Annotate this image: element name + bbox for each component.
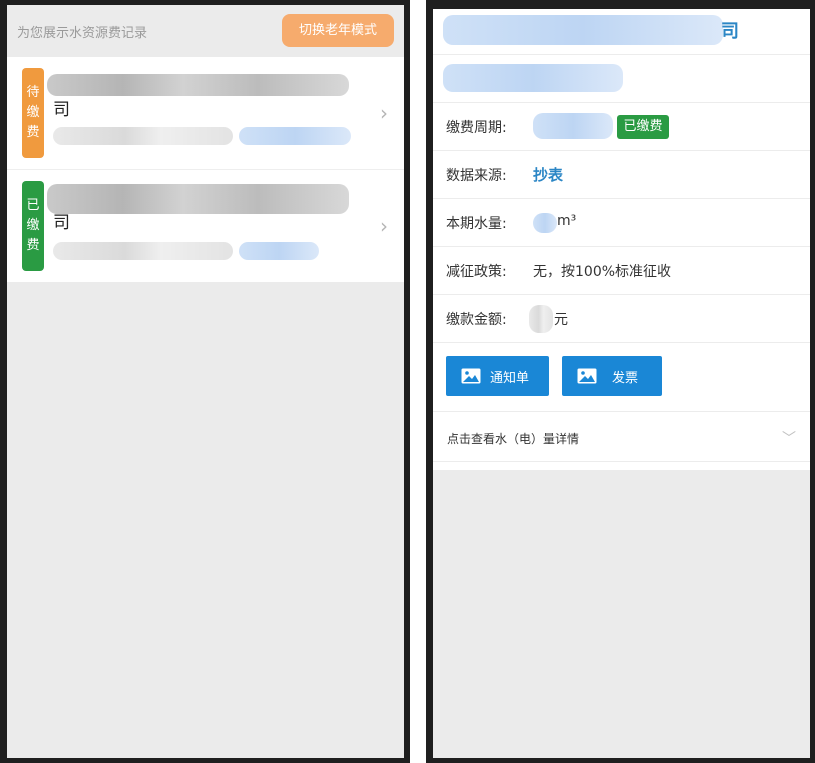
blurred-company-name xyxy=(47,184,349,214)
water-volume-row: 本期水量: m³ xyxy=(433,199,810,247)
right-screenshot-frame: 司 缴费周期: 已缴费 数据来源: 抄表 本期水量: m³ 减征政策: 无，按1… xyxy=(426,0,815,763)
paid-status-badge: 已缴费 xyxy=(617,115,669,139)
blurred-volume-value xyxy=(533,213,557,233)
data-source-value: 抄表 xyxy=(533,166,564,184)
reduction-policy-value: 无，按100%标准征收 xyxy=(533,264,672,280)
reduction-policy-row: 减征政策: 无，按100%标准征收 xyxy=(433,247,810,295)
chevron-right-icon: › xyxy=(380,214,388,238)
company-name-tail: 司 xyxy=(53,100,70,120)
status-char: 缴 xyxy=(26,218,40,233)
notice-button[interactable]: 通知单 xyxy=(446,356,549,396)
blurred-info-row xyxy=(433,55,810,103)
status-tag-paid: 已 缴 费 xyxy=(22,181,44,271)
period-label: 缴费周期: xyxy=(446,120,507,136)
records-header: 为您展示水资源费记录 切换老年模式 xyxy=(7,5,404,57)
record-card-pending[interactable]: 待 缴 费 司 › xyxy=(7,57,404,170)
status-char: 费 xyxy=(26,125,40,140)
chevron-down-icon: ﹀ xyxy=(782,431,796,447)
usage-details-link: 点击查看水（电）量详情 xyxy=(447,432,580,446)
blurred-period xyxy=(53,242,233,260)
chevron-right-icon: › xyxy=(380,101,388,125)
water-volume-unit: m³ xyxy=(557,213,577,229)
document-buttons-row: 通知单 发票 xyxy=(433,343,810,412)
usage-details-row[interactable]: 点击查看水（电）量详情 ﹀ xyxy=(433,412,810,462)
record-card-paid[interactable]: 已 缴 费 司 › xyxy=(7,170,404,282)
payment-amount-row: 缴款金额: 元 xyxy=(433,295,810,343)
company-title-tail: 司 xyxy=(721,21,739,42)
image-icon xyxy=(577,368,597,384)
status-tag-pending: 待 缴 费 xyxy=(22,68,44,158)
record-detail-panel: 司 缴费周期: 已缴费 数据来源: 抄表 本期水量: m³ 减征政策: 无，按1… xyxy=(433,9,810,470)
payment-amount-unit: 元 xyxy=(554,312,568,328)
record-detail-screen: 司 缴费周期: 已缴费 数据来源: 抄表 本期水量: m³ 减征政策: 无，按1… xyxy=(433,9,810,758)
records-header-text: 为您展示水资源费记录 xyxy=(17,26,148,41)
blurred-period-value xyxy=(533,113,613,139)
blurred-amount-value xyxy=(529,305,553,333)
left-screenshot-frame: 为您展示水资源费记录 切换老年模式 待 缴 费 司 › 已 缴 费 司 › xyxy=(0,0,410,763)
blurred-company-title xyxy=(443,15,723,45)
status-char: 费 xyxy=(26,238,40,253)
reduction-policy-label: 减征政策: xyxy=(446,264,507,280)
records-list: 待 缴 费 司 › 已 缴 费 司 › xyxy=(7,57,404,282)
data-source-label: 数据来源: xyxy=(446,168,507,184)
blurred-period xyxy=(53,127,233,145)
invoice-button-label: 发票 xyxy=(612,371,639,386)
blurred-amount xyxy=(239,242,319,260)
water-volume-label: 本期水量: xyxy=(446,216,507,232)
data-source-row: 数据来源: 抄表 xyxy=(433,151,810,199)
period-row: 缴费周期: 已缴费 xyxy=(433,103,810,151)
records-list-screen: 为您展示水资源费记录 切换老年模式 待 缴 费 司 › 已 缴 费 司 › xyxy=(7,5,404,758)
blurred-company-name xyxy=(47,74,349,96)
company-name-tail: 司 xyxy=(53,213,70,233)
image-icon xyxy=(461,368,481,384)
company-title-row: 司 xyxy=(433,9,810,55)
status-char: 缴 xyxy=(26,105,40,120)
blurred-info xyxy=(443,64,623,92)
elderly-mode-button[interactable]: 切换老年模式 xyxy=(282,14,394,47)
notice-button-label: 通知单 xyxy=(490,371,530,386)
status-char: 已 xyxy=(26,198,40,213)
invoice-button[interactable]: 发票 xyxy=(562,356,662,396)
status-char: 待 xyxy=(26,85,40,100)
blurred-amount xyxy=(239,127,351,145)
payment-amount-label: 缴款金额: xyxy=(446,312,507,328)
